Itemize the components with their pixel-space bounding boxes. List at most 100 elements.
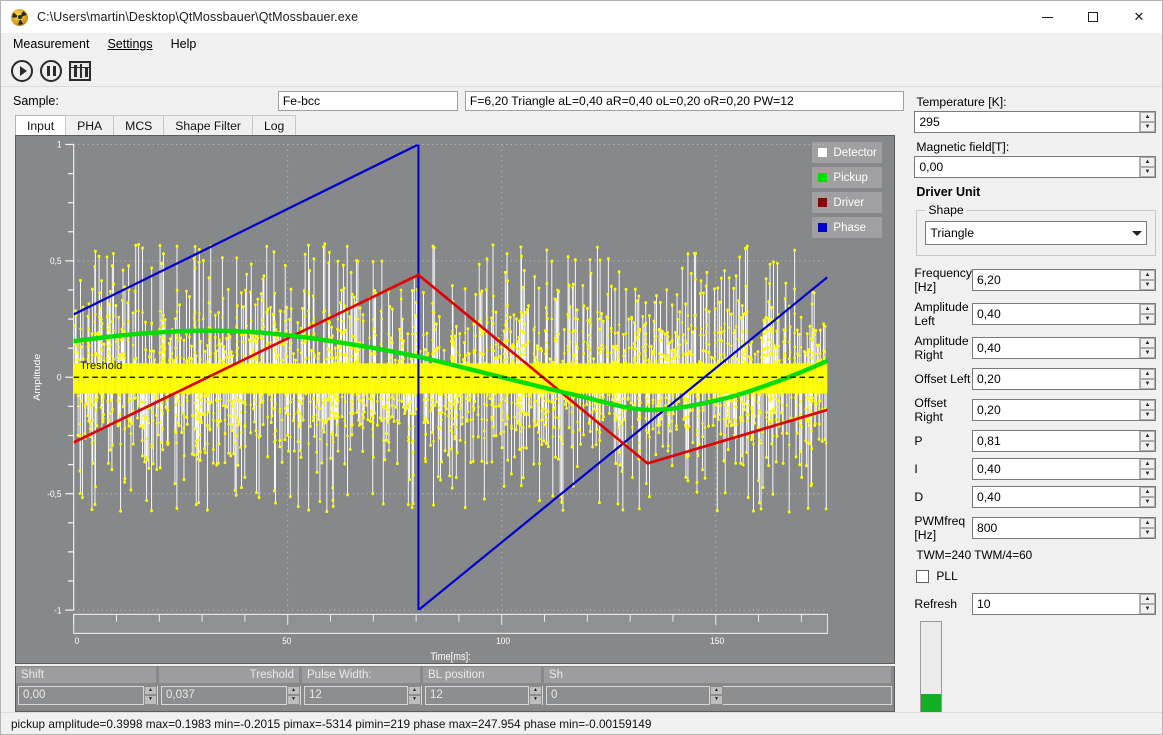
bl-position-spinbox[interactable]: ▲▼ bbox=[425, 685, 543, 705]
menu-item-help[interactable]: Help bbox=[171, 35, 206, 53]
pwm-frequency-input[interactable] bbox=[973, 518, 1139, 538]
offset-left-spinbox[interactable]: ▲▼ bbox=[972, 368, 1156, 390]
pll-checkbox[interactable] bbox=[916, 569, 930, 583]
shift-input[interactable] bbox=[19, 686, 143, 704]
pll-label: PLL bbox=[936, 569, 958, 583]
tab-log[interactable]: Log bbox=[251, 115, 297, 135]
plot-legend: Detector Pickup Driver Phase bbox=[812, 142, 883, 242]
tab-mcs[interactable]: MCS bbox=[113, 115, 165, 135]
offset-right-spinbox[interactable]: ▲▼ bbox=[972, 399, 1156, 421]
tab-pha[interactable]: PHA bbox=[65, 115, 115, 135]
d-gain-spinbox[interactable]: ▲▼ bbox=[972, 486, 1156, 508]
tab-shape-filter[interactable]: Shape Filter bbox=[163, 115, 253, 135]
down-arrow-icon: ▼ bbox=[1140, 469, 1155, 479]
bl-position-label: BL position bbox=[423, 667, 541, 683]
close-button[interactable]: ✕ bbox=[1116, 1, 1162, 33]
offset-left-stepper[interactable]: ▲ ▼ bbox=[1139, 369, 1155, 389]
amplitude-right-spinbox[interactable]: ▲▼ bbox=[972, 337, 1156, 359]
svg-text:-1: -1 bbox=[54, 605, 61, 616]
play-button[interactable] bbox=[9, 58, 35, 84]
offset-left-label: Offset Left bbox=[914, 372, 971, 386]
pwm-frequency-stepper[interactable]: ▲ ▼ bbox=[1139, 518, 1155, 538]
threshold-stepper[interactable]: ▲ ▼ bbox=[286, 685, 300, 705]
pause-button[interactable] bbox=[38, 58, 64, 84]
threshold-label: Treshold bbox=[159, 667, 299, 683]
frequency-stepper[interactable]: ▲ ▼ bbox=[1139, 270, 1155, 290]
application-window: C:\Users\martin\Desktop\QtMossbauer\QtMo… bbox=[0, 0, 1163, 735]
up-arrow-icon: ▲ bbox=[1140, 459, 1155, 469]
x-axis: 0 50 100 150 Time[ms]: bbox=[73, 613, 828, 663]
i-gain-spinbox[interactable]: ▲▼ bbox=[972, 458, 1156, 480]
amplitude-left-stepper[interactable]: ▲ ▼ bbox=[1139, 304, 1155, 324]
threshold-spinbox[interactable]: ▲▼ bbox=[161, 685, 301, 705]
down-arrow-icon: ▼ bbox=[287, 695, 300, 705]
svg-text:-0,5: -0,5 bbox=[47, 488, 61, 499]
up-arrow-icon: ▲ bbox=[1140, 431, 1155, 441]
amplitude-right-input[interactable] bbox=[973, 338, 1139, 358]
menu-item-settings[interactable]: Settings bbox=[107, 35, 161, 53]
shift-spinbox[interactable]: ▲▼ bbox=[18, 685, 158, 705]
shift-stepper[interactable]: ▲ ▼ bbox=[143, 685, 157, 705]
shape-select[interactable]: Triangle bbox=[925, 221, 1147, 245]
amplitude-left-spinbox[interactable]: ▲▼ bbox=[972, 303, 1156, 325]
magnetic-field-spinbox[interactable]: ▲▼ bbox=[914, 156, 1156, 178]
d-gain-row: D ▲▼ bbox=[914, 486, 1156, 508]
close-icon: ✕ bbox=[1133, 9, 1145, 24]
magnetic-field-stepper[interactable]: ▲ ▼ bbox=[1139, 157, 1155, 177]
shape-select-value: Triangle bbox=[930, 226, 974, 240]
bl-position-stepper[interactable]: ▲ ▼ bbox=[528, 685, 542, 705]
bottom-param-fields: ▲▼ ▲▼ ▲▼ ▲▼ bbox=[16, 684, 894, 706]
menu-item-measurement[interactable]: Measurement bbox=[13, 35, 98, 53]
pll-row[interactable]: PLL bbox=[916, 569, 1156, 583]
offset-right-stepper[interactable]: ▲ ▼ bbox=[1139, 400, 1155, 420]
bl-position-input[interactable] bbox=[426, 686, 528, 704]
maximize-button[interactable] bbox=[1070, 1, 1116, 33]
pwm-frequency-spinbox[interactable]: ▲▼ bbox=[972, 517, 1156, 539]
i-gain-input[interactable] bbox=[973, 459, 1139, 479]
i-gain-stepper[interactable]: ▲ ▼ bbox=[1139, 459, 1155, 479]
refresh-input[interactable] bbox=[973, 594, 1139, 614]
down-arrow-icon: ▼ bbox=[1140, 348, 1155, 358]
d-gain-input[interactable] bbox=[973, 487, 1139, 507]
sh-spinbox[interactable]: ▲▼ bbox=[546, 685, 893, 705]
refresh-stepper[interactable]: ▲ ▼ bbox=[1139, 594, 1155, 614]
p-gain-spinbox[interactable]: ▲▼ bbox=[972, 430, 1156, 452]
offset-left-input[interactable] bbox=[973, 369, 1139, 389]
magnetic-field-input[interactable] bbox=[915, 157, 1139, 177]
amplitude-right-stepper[interactable]: ▲ ▼ bbox=[1139, 338, 1155, 358]
settings-sliders-button[interactable] bbox=[67, 58, 93, 84]
legend-item-detector[interactable]: Detector bbox=[812, 142, 883, 163]
sample-name-input[interactable] bbox=[277, 91, 458, 111]
threshold-input[interactable] bbox=[162, 686, 286, 704]
offset-right-input[interactable] bbox=[973, 400, 1139, 420]
pulse-width-stepper[interactable]: ▲ ▼ bbox=[407, 685, 421, 705]
pulse-width-input[interactable] bbox=[305, 686, 407, 704]
minimize-button[interactable] bbox=[1024, 1, 1070, 33]
frequency-spinbox[interactable]: ▲▼ bbox=[972, 269, 1156, 291]
legend-item-pickup[interactable]: Pickup bbox=[812, 167, 883, 188]
sliders-icon bbox=[69, 60, 91, 81]
drive-summary-input[interactable] bbox=[464, 91, 905, 111]
d-gain-stepper[interactable]: ▲ ▼ bbox=[1139, 487, 1155, 507]
pulse-width-label: Pulse Width: bbox=[302, 667, 420, 683]
p-gain-stepper[interactable]: ▲ ▼ bbox=[1139, 431, 1155, 451]
temperature-spinbox[interactable]: ▲▼ bbox=[914, 111, 1156, 133]
phase-color-swatch bbox=[818, 223, 828, 232]
legend-item-phase[interactable]: Phase bbox=[812, 217, 883, 238]
tab-input[interactable]: Input bbox=[15, 115, 67, 135]
p-gain-input[interactable] bbox=[973, 431, 1139, 451]
maximize-icon bbox=[1088, 12, 1098, 22]
legend-item-driver[interactable]: Driver bbox=[812, 192, 883, 213]
pulse-width-spinbox[interactable]: ▲▼ bbox=[304, 685, 422, 705]
temperature-input[interactable] bbox=[915, 112, 1139, 132]
frequency-input[interactable] bbox=[973, 270, 1139, 290]
up-arrow-icon: ▲ bbox=[1140, 338, 1155, 348]
temperature-stepper[interactable]: ▲ ▼ bbox=[1139, 112, 1155, 132]
refresh-spinbox[interactable]: ▲▼ bbox=[972, 593, 1156, 615]
legend-label: Phase bbox=[833, 221, 867, 234]
amplitude-left-input[interactable] bbox=[973, 304, 1139, 324]
amplitude-left-row: Amplitude Left ▲▼ bbox=[914, 300, 1156, 328]
signal-plot[interactable]: 1 0,5 0 -0,5 -1 Amplitude 0 50 100 150 T… bbox=[15, 135, 896, 664]
sh-stepper[interactable]: ▲ ▼ bbox=[709, 685, 723, 705]
sh-input[interactable] bbox=[547, 686, 709, 704]
